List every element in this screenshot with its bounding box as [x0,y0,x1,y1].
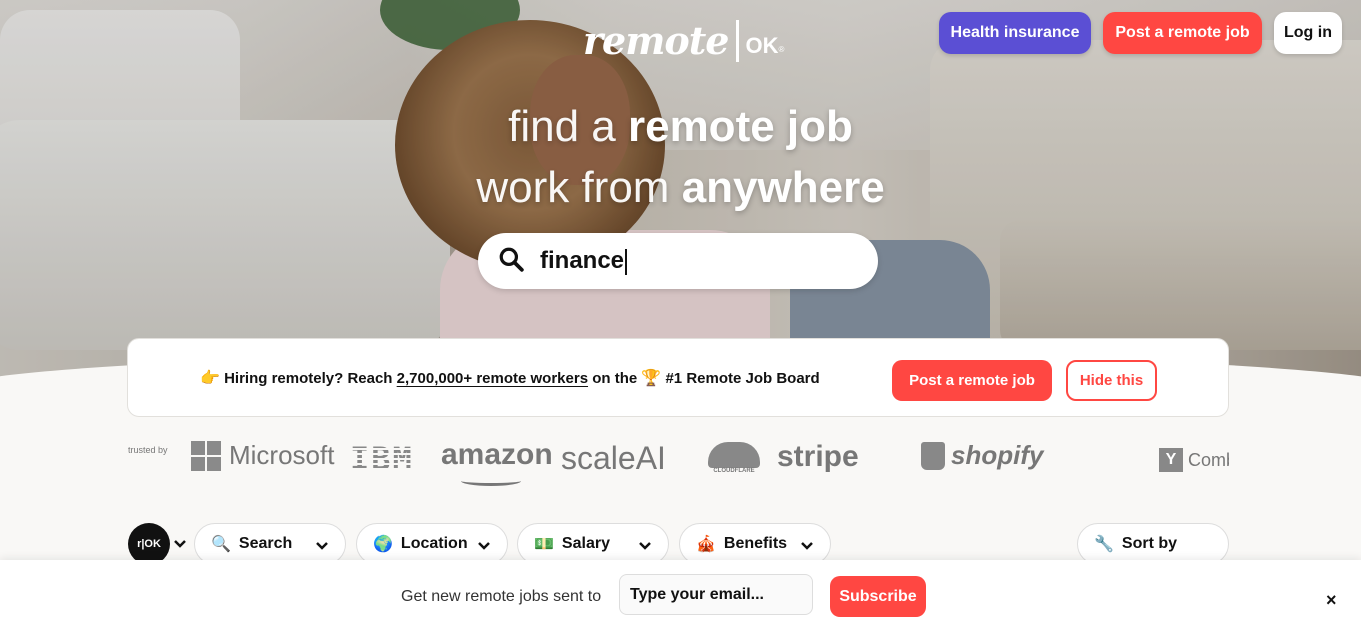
filter-salary-label: Salary [561,535,610,552]
amazon-logo: amazon [441,438,553,486]
filter-benefits[interactable]: 🎪 Benefits [679,523,831,565]
pointing-hand-icon: 👉 [200,369,220,387]
yc-text: Comb [1188,449,1229,470]
subscribe-button[interactable]: Subscribe [830,576,926,617]
chevron-down-icon[interactable] [173,536,187,554]
remote-workers-link[interactable]: 2,700,000+ remote workers [397,370,588,387]
money-icon: 💵 [534,536,554,553]
microsoft-logo: Microsoft [191,440,334,471]
logo-ok: OK [745,32,779,58]
shopify-logo: shopify [921,440,1043,471]
banner-hide-button[interactable]: Hide this [1066,360,1157,401]
email-input[interactable] [619,574,813,615]
trophy-icon: 🏆 [641,369,662,387]
login-button[interactable]: Log in [1274,12,1342,54]
filter-location[interactable]: 🌍 Location [356,523,508,565]
search-value: finance [540,247,628,275]
cloud-icon [708,442,760,468]
rok-menu-avatar[interactable]: r|OK [128,523,170,565]
amazon-text: amazon [441,438,553,471]
hiring-text-mid: on the [592,369,638,387]
sort-by-button[interactable]: 🔧 Sort by [1077,523,1229,565]
filter-search-label: Search [238,535,293,552]
subscribe-label: Get new remote jobs sent to [401,588,602,605]
headline-thin-2: work from [476,163,670,212]
close-icon[interactable]: × [1326,590,1337,611]
microsoft-grid-icon [191,440,221,471]
headline-thin-1: find a [508,102,616,151]
headline-bold-2: anywhere [681,163,885,212]
circus-tent-icon: 🎪 [696,536,716,553]
subscribe-bar: Get new remote jobs sent to Subscribe × [0,560,1361,632]
ycombinator-logo: Y Comb [1159,448,1229,472]
shopify-bag-icon [921,441,945,470]
globe-icon: 🌍 [373,536,393,553]
stripe-logo: stripe [777,440,859,473]
trusted-by-label: trusted by [128,445,168,455]
logo-word: remote [583,18,729,63]
logo-registered: ® [778,45,785,54]
search-text: finance [540,247,625,274]
chevron-down-icon [315,538,329,556]
sort-by-label: Sort by [1121,535,1178,552]
site-logo[interactable]: remote OK ® [583,18,784,63]
filter-search[interactable]: 🔍 Search [194,523,346,565]
scaleai-logo: scaleAI [561,440,666,476]
cloudflare-logo: CLOUDFLARE [708,442,760,474]
shopify-text: shopify [951,440,1044,470]
wrench-icon: 🔧 [1094,536,1114,553]
banner-post-job-button[interactable]: Post a remote job [892,360,1052,401]
health-insurance-button[interactable]: Health insurance [939,12,1091,54]
amazon-smile-icon [461,476,521,486]
chevron-down-icon [800,538,814,556]
yc-icon: Y [1159,448,1183,472]
hero-headline-line1: find a remote job [0,102,1361,152]
filter-location-label: Location [400,535,468,552]
hero-search-input[interactable]: finance [478,233,878,289]
hiring-banner: 👉 Hiring remotely? Reach 2,700,000+ remo… [127,338,1229,417]
hiring-text-after: #1 Remote Job Board [665,369,820,387]
chevron-down-icon [477,538,491,556]
microsoft-text: Microsoft [229,440,335,470]
post-remote-job-button[interactable]: Post a remote job [1103,12,1262,54]
hiring-text-before: Hiring remotely? Reach [224,369,393,387]
search-icon [498,246,524,277]
ibm-logo: IBM [350,440,414,478]
text-caret [625,248,628,275]
magnifier-icon: 🔍 [211,536,231,553]
headline-bold-1: remote job [627,102,853,151]
filter-benefits-label: Benefits [723,535,788,552]
hiring-text: 👉 Hiring remotely? Reach 2,700,000+ remo… [200,368,820,388]
cloudflare-text: CLOUDFLARE [713,468,755,474]
filter-salary[interactable]: 💵 Salary [517,523,669,565]
hero-headline-line2: work from anywhere [0,163,1361,213]
chevron-down-icon [638,538,652,556]
logo-divider [736,19,740,62]
